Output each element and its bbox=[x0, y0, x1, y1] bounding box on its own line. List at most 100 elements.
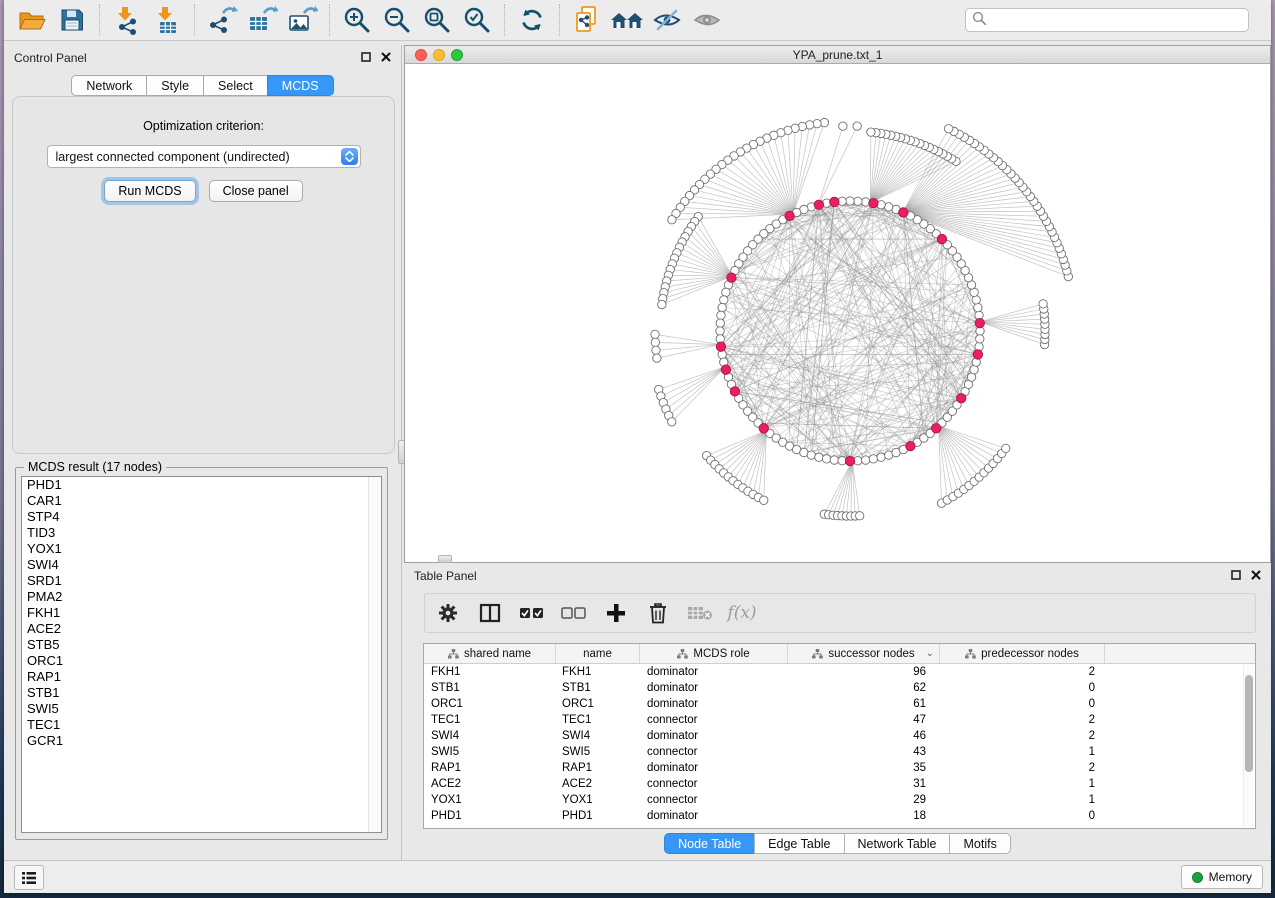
mcds-result-item[interactable]: STB1 bbox=[22, 685, 381, 701]
table-scrollbar[interactable] bbox=[1243, 665, 1254, 827]
table-cell[interactable]: SWI4 bbox=[424, 730, 556, 742]
table-cell[interactable]: PHD1 bbox=[424, 810, 556, 822]
save-icon[interactable] bbox=[52, 2, 92, 38]
table-cell[interactable]: 1 bbox=[940, 778, 1105, 790]
table-cell[interactable]: STB1 bbox=[556, 682, 640, 694]
table-cell[interactable]: dominator bbox=[640, 682, 788, 694]
delete-columns-trash-icon[interactable] bbox=[645, 600, 671, 626]
table-cell[interactable]: FKH1 bbox=[556, 666, 640, 678]
export-image-icon[interactable] bbox=[282, 2, 322, 38]
open-folder-icon[interactable] bbox=[12, 2, 52, 38]
table-cell[interactable]: 0 bbox=[940, 810, 1105, 822]
table-cell[interactable]: 46 bbox=[788, 730, 940, 742]
table-row[interactable]: ORC1ORC1dominator610 bbox=[424, 696, 1255, 712]
column-header-successor-nodes[interactable]: successor nodes ⌄ bbox=[788, 644, 940, 663]
table-cell[interactable]: 2 bbox=[940, 666, 1105, 678]
network-window-titlebar[interactable]: YPA_prune.txt_1 bbox=[405, 46, 1270, 64]
search-input[interactable] bbox=[987, 13, 1242, 27]
table-cell[interactable]: dominator bbox=[640, 730, 788, 742]
table-cell[interactable]: 29 bbox=[788, 794, 940, 806]
mcds-result-item[interactable]: STP4 bbox=[22, 509, 381, 525]
table-cell[interactable]: connector bbox=[640, 714, 788, 726]
table-cell[interactable]: 0 bbox=[940, 698, 1105, 710]
table-cell[interactable]: 47 bbox=[788, 714, 940, 726]
table-cell[interactable]: 61 bbox=[788, 698, 940, 710]
table-cell[interactable]: ORC1 bbox=[556, 698, 640, 710]
table-cell[interactable]: ORC1 bbox=[424, 698, 556, 710]
zoom-out-icon[interactable] bbox=[377, 2, 417, 38]
import-table-icon[interactable] bbox=[147, 2, 187, 38]
table-cell[interactable]: YOX1 bbox=[556, 794, 640, 806]
table-row[interactable]: SWI5SWI5connector431 bbox=[424, 744, 1255, 760]
mcds-result-item[interactable]: FKH1 bbox=[22, 605, 381, 621]
table-cell[interactable]: SWI4 bbox=[556, 730, 640, 742]
table-cell[interactable]: 35 bbox=[788, 762, 940, 774]
delete-table-icon[interactable] bbox=[687, 600, 713, 626]
float-panel-icon[interactable] bbox=[1231, 569, 1241, 583]
table-cell[interactable]: dominator bbox=[640, 698, 788, 710]
close-panel-icon[interactable] bbox=[1251, 569, 1261, 583]
mcds-result-list[interactable]: PHD1CAR1STP4TID3YOX1SWI4SRD1PMA2FKH1ACE2… bbox=[21, 476, 382, 833]
table-cell[interactable]: connector bbox=[640, 778, 788, 790]
search-field[interactable] bbox=[965, 8, 1249, 32]
table-cell[interactable]: TEC1 bbox=[556, 714, 640, 726]
duplicate-network-icon[interactable] bbox=[567, 2, 607, 38]
table-cell[interactable]: dominator bbox=[640, 762, 788, 774]
table-cell[interactable]: 2 bbox=[940, 730, 1105, 742]
table-cell[interactable]: FKH1 bbox=[424, 666, 556, 678]
close-panel-icon[interactable] bbox=[381, 51, 391, 65]
table-cell[interactable]: dominator bbox=[640, 810, 788, 822]
table-row[interactable]: ACE2ACE2connector311 bbox=[424, 776, 1255, 792]
tab-style[interactable]: Style bbox=[146, 75, 203, 96]
mcds-result-item[interactable]: STB5 bbox=[22, 637, 381, 653]
table-cell[interactable]: 43 bbox=[788, 746, 940, 758]
mcds-result-item[interactable]: SWI5 bbox=[22, 701, 381, 717]
table-cell[interactable]: 31 bbox=[788, 778, 940, 790]
run-mcds-button[interactable]: Run MCDS bbox=[104, 180, 195, 202]
table-cell[interactable]: SWI5 bbox=[424, 746, 556, 758]
column-header-mcds-role[interactable]: MCDS role bbox=[640, 644, 788, 663]
window-zoom-button[interactable] bbox=[451, 49, 463, 61]
toggle-panel-columns-icon[interactable] bbox=[477, 600, 503, 626]
table-row[interactable]: YOX1YOX1connector291 bbox=[424, 792, 1255, 808]
table-cell[interactable]: 1 bbox=[940, 794, 1105, 806]
mcds-result-item[interactable]: TID3 bbox=[22, 525, 381, 541]
houses-icon[interactable] bbox=[607, 2, 647, 38]
window-close-button[interactable] bbox=[415, 49, 427, 61]
table-options-gear-icon[interactable] bbox=[435, 600, 461, 626]
memory-button[interactable]: Memory bbox=[1181, 865, 1263, 889]
table-cell[interactable]: RAP1 bbox=[424, 762, 556, 774]
mcds-result-item[interactable]: YOX1 bbox=[22, 541, 381, 557]
table-cell[interactable]: ACE2 bbox=[424, 778, 556, 790]
refresh-icon[interactable] bbox=[512, 2, 552, 38]
mcds-result-item[interactable]: ORC1 bbox=[22, 653, 381, 669]
tab-select[interactable]: Select bbox=[203, 75, 267, 96]
eye-icon[interactable] bbox=[687, 2, 727, 38]
table-cell[interactable]: RAP1 bbox=[556, 762, 640, 774]
mcds-list-scrollbar[interactable] bbox=[368, 477, 381, 832]
table-cell[interactable]: SWI5 bbox=[556, 746, 640, 758]
tab-mcds[interactable]: MCDS bbox=[267, 75, 334, 96]
table-cell[interactable]: STB1 bbox=[424, 682, 556, 694]
table-cell[interactable]: 62 bbox=[788, 682, 940, 694]
mcds-result-item[interactable]: RAP1 bbox=[22, 669, 381, 685]
table-cell[interactable]: dominator bbox=[640, 666, 788, 678]
tab-network[interactable]: Network bbox=[71, 75, 146, 96]
table-row[interactable]: RAP1RAP1dominator352 bbox=[424, 760, 1255, 776]
mcds-result-item[interactable]: ACE2 bbox=[22, 621, 381, 637]
function-builder-fx-icon[interactable]: f(x) bbox=[729, 600, 755, 626]
table-cell[interactable]: 96 bbox=[788, 666, 940, 678]
export-table-icon[interactable] bbox=[242, 2, 282, 38]
mcds-result-item[interactable]: PMA2 bbox=[22, 589, 381, 605]
horizontal-splitter-grip[interactable] bbox=[438, 555, 452, 563]
mcds-result-item[interactable]: GCR1 bbox=[22, 733, 381, 749]
table-row[interactable]: PHD1PHD1dominator180 bbox=[424, 808, 1255, 824]
table-row[interactable]: STB1STB1dominator620 bbox=[424, 680, 1255, 696]
show-panels-list-button[interactable] bbox=[14, 865, 44, 890]
tab-edge-table[interactable]: Edge Table bbox=[754, 833, 843, 854]
mcds-result-item[interactable]: PHD1 bbox=[22, 477, 381, 493]
export-network-icon[interactable] bbox=[202, 2, 242, 38]
deselect-all-checkboxes-icon[interactable] bbox=[561, 600, 587, 626]
zoom-selected-icon[interactable] bbox=[457, 2, 497, 38]
table-cell[interactable]: 18 bbox=[788, 810, 940, 822]
